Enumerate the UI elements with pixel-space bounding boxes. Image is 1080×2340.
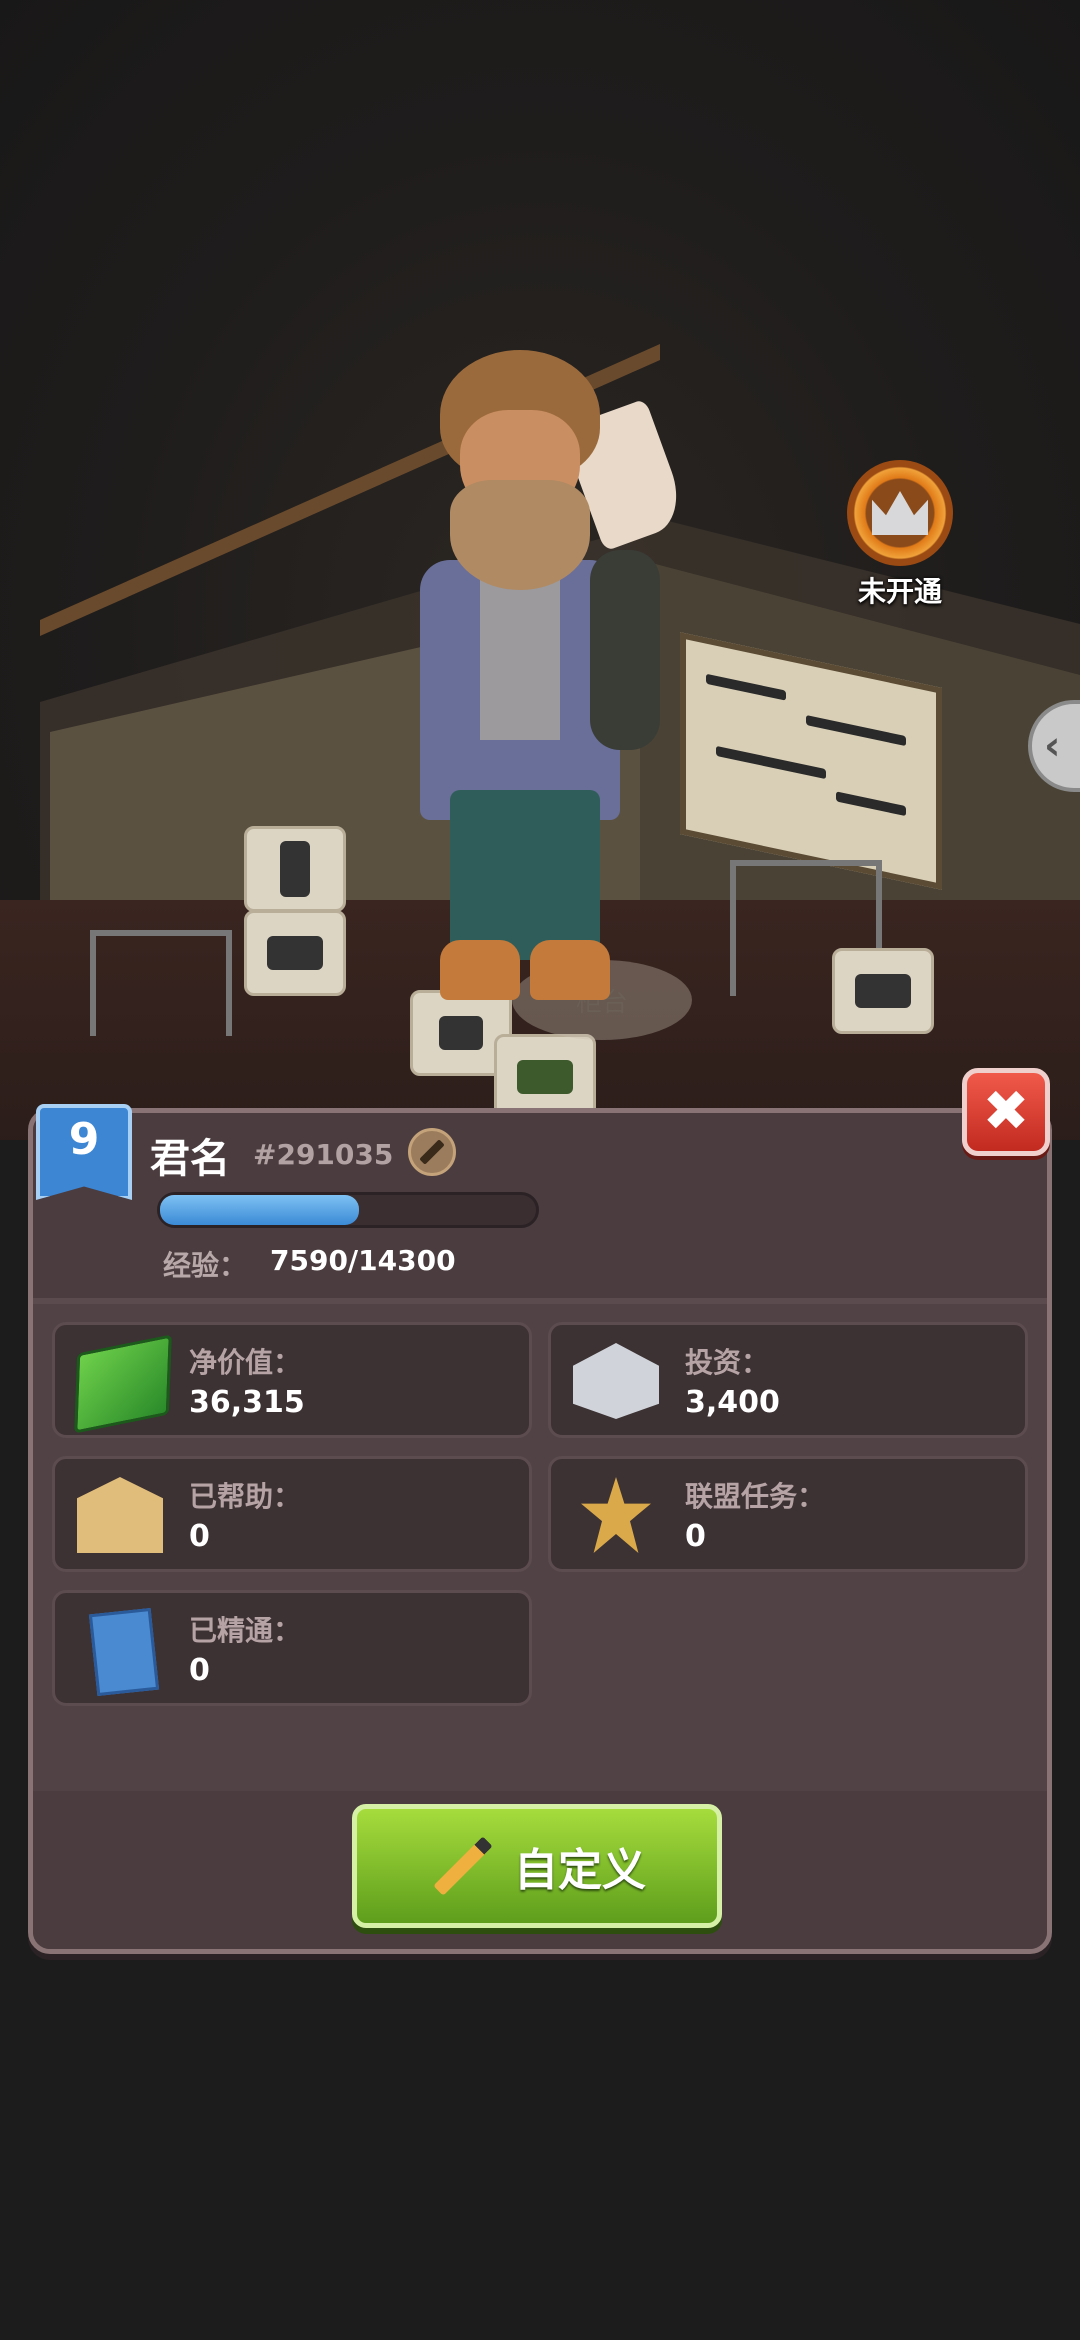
bank-heart-icon: [77, 1477, 163, 1553]
item-bubble-boots[interactable]: [244, 826, 346, 912]
stat-net-worth: 净价值： 36,315: [52, 1322, 532, 1438]
pencil-icon: [419, 1139, 445, 1165]
sheriff-star-icon: [581, 1477, 651, 1553]
player-name: 君名: [150, 1136, 230, 1182]
xp-progress-bar: [157, 1192, 539, 1228]
vip-status-label: 未开通: [857, 575, 942, 608]
stat-label: 投资：: [685, 1346, 770, 1379]
stat-value: 3,400: [685, 1385, 780, 1420]
stat-label: 已精通：: [189, 1614, 302, 1647]
crown-icon: [847, 460, 953, 566]
level-badge: 9: [36, 1104, 132, 1200]
vip-crown-badge[interactable]: 未开通: [840, 460, 960, 610]
building-icon: [573, 1343, 659, 1419]
stat-alliance-tasks: 联盟任务： 0: [548, 1456, 1028, 1572]
customize-button[interactable]: 自定义: [352, 1804, 722, 1928]
stat-value: 36,315: [189, 1385, 305, 1420]
stat-investment: 投资： 3,400: [548, 1322, 1028, 1438]
stat-label: 已帮助：: [189, 1480, 302, 1513]
customize-label: 自定义: [514, 1845, 646, 1896]
player-character[interactable]: [380, 350, 710, 1040]
close-button[interactable]: ✖: [962, 1068, 1050, 1156]
stat-value: 0: [189, 1653, 210, 1688]
stat-label: 净价值：: [189, 1346, 302, 1379]
cash-stack-icon: [74, 1334, 172, 1434]
edit-name-button[interactable]: [408, 1128, 456, 1176]
xp-progress-fill: [160, 1195, 360, 1225]
game-scene: 柜台 未开通 ‹: [0, 0, 1080, 1140]
pencil-icon: [433, 1836, 493, 1896]
player-id: #291035: [253, 1138, 394, 1171]
stat-value: 0: [189, 1519, 210, 1554]
blueprint-icon: [88, 1607, 160, 1697]
stat-value: 0: [685, 1519, 706, 1554]
clothing-rack: [90, 930, 232, 1036]
chevron-left-icon: ‹: [1044, 723, 1061, 769]
item-bubble-pistol[interactable]: [244, 910, 346, 996]
stat-helped: 已帮助： 0: [52, 1456, 532, 1572]
stat-mastered: 已精通： 0: [52, 1590, 532, 1706]
item-bubble-gun[interactable]: [832, 948, 934, 1034]
xp-value: 7590/14300: [270, 1244, 456, 1277]
xp-label: 经验：: [163, 1249, 248, 1282]
stat-label: 联盟任务：: [685, 1480, 826, 1513]
close-icon: ✖: [982, 1079, 1030, 1144]
